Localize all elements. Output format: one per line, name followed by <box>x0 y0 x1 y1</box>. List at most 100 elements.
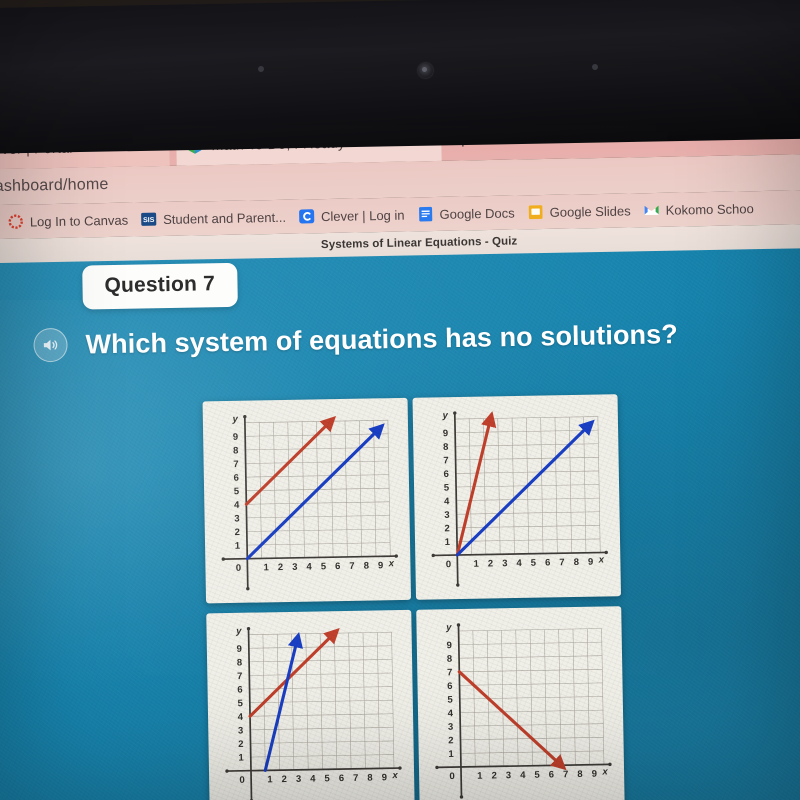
y-tick-label: 5 <box>234 486 240 497</box>
answer-choices-grid: 0123456789123456789xy 012345678912345678… <box>202 394 625 800</box>
google-docs-icon <box>418 206 433 222</box>
y-tick-label: 6 <box>237 685 242 696</box>
x-tick-label: 6 <box>549 769 554 780</box>
x-tick-label: 4 <box>516 558 522 569</box>
bookmark-label: Google Docs <box>439 205 515 222</box>
answer-choice-d[interactable]: 0123456789123456789xy <box>416 606 625 800</box>
x-tick-label: 3 <box>292 562 297 573</box>
y-tick-label: 7 <box>237 671 242 682</box>
address-bar-input[interactable]: dent/dashboard/home <box>0 176 109 197</box>
y-tick-label: 4 <box>448 708 454 719</box>
question-number-text: Question 7 <box>104 272 216 298</box>
bookmark-log-in-to-canvas[interactable]: Log In to Canvas <box>8 212 129 230</box>
red-line <box>248 627 340 718</box>
x-tick-label: 4 <box>306 562 312 573</box>
choice-b-plot: 0 1 2 3 4 5 6 7 8 9123456789xy <box>431 410 608 587</box>
x-tick-label: 0 <box>449 771 454 782</box>
x-tick-label: 5 <box>531 558 537 569</box>
y-tick-label: 4 <box>444 496 450 507</box>
bookmark-student-and-parent[interactable]: SIS Student and Parent... <box>141 209 286 228</box>
y-tick-label: 6 <box>447 681 452 692</box>
x-tick-label: 2 <box>491 770 496 781</box>
sis-icon: SIS <box>141 212 157 226</box>
blue-line <box>263 632 303 772</box>
answer-choice-b[interactable]: 0123456789123456789xy <box>412 394 622 600</box>
x-tick-label: 4 <box>310 774 316 785</box>
y-axis-label: y <box>441 410 448 421</box>
y-tick-label: 9 <box>446 640 451 651</box>
x-tick-label: 5 <box>534 770 540 781</box>
y-tick-label: 8 <box>443 442 448 453</box>
x-tick-label: 9 <box>378 560 383 571</box>
y-axis-label: y <box>235 626 242 637</box>
x-tick-label: 2 <box>488 558 493 569</box>
answer-choice-c[interactable]: 0123456789123456789xy <box>206 609 415 800</box>
bookmark-kokomo-schools[interactable]: Kokomo Schoo <box>643 200 754 218</box>
x-tick-label: 5 <box>324 773 330 784</box>
webcam-lens-icon <box>422 67 427 72</box>
y-tick-label: 9 <box>236 644 241 655</box>
choice-c-plot: 0 1 2 3 4 5 6 7 8 9123456789xy <box>225 626 402 800</box>
bookmark-google-slides[interactable]: Google Slides <box>528 202 631 220</box>
x-tick-label: 8 <box>574 557 579 568</box>
x-axis-label: x <box>391 770 398 781</box>
svg-text:SIS: SIS <box>143 217 155 224</box>
y-tick-label: 5 <box>444 483 450 494</box>
x-tick-label: 3 <box>296 774 301 785</box>
y-tick-label: 5 <box>237 698 243 709</box>
laptop-bezel <box>0 0 800 154</box>
x-tick-label: 2 <box>282 774 287 785</box>
speaker-icon[interactable] <box>33 327 68 363</box>
choice-a-plot: 0 1 2 3 4 5 6 7 8 9123456789xy <box>221 414 398 591</box>
x-tick-label: 3 <box>506 770 511 781</box>
quiz-title: Systems of Linear Equations - Quiz <box>320 235 518 252</box>
bookmark-label: Kokomo Schoo <box>665 200 754 218</box>
x-tick-label: 8 <box>367 773 372 784</box>
x-tick-label: 9 <box>592 769 597 780</box>
y-tick-label: 2 <box>238 739 243 750</box>
x-tick-label: 6 <box>545 557 550 568</box>
y-tick-label: 1 <box>448 749 454 760</box>
x-axis-label: x <box>598 554 605 565</box>
y-tick-label: 3 <box>234 513 239 524</box>
y-tick-label: 3 <box>448 722 453 733</box>
x-tick-label: 7 <box>563 769 568 780</box>
x-axis <box>226 767 400 772</box>
x-tick-label: 3 <box>502 558 507 569</box>
bookmark-label: Log In to Canvas <box>29 212 129 229</box>
question-row: Which system of equations has no solutio… <box>33 317 678 363</box>
x-tick-label: 6 <box>335 561 340 572</box>
y-tick-label: 5 <box>447 695 453 706</box>
answer-choice-a[interactable]: 0123456789123456789xy <box>202 397 412 604</box>
y-axis-label: y <box>445 622 452 633</box>
bookmark-label: Google Slides <box>549 202 631 220</box>
x-tick-label: 7 <box>349 561 354 572</box>
y-axis <box>457 624 463 797</box>
y-tick-label: 3 <box>238 725 243 736</box>
y-axis-label: y <box>231 414 238 425</box>
y-tick-label: 8 <box>447 654 452 665</box>
x-tick-label: 4 <box>520 770 526 781</box>
x-tick-label: 9 <box>588 557 593 568</box>
ambient-sensor-icon <box>258 66 264 72</box>
choice-d-plot: 0 1 2 3 4 5 6 7 8 9123456789xy <box>435 622 612 799</box>
x-tick-label: 0 <box>236 563 241 574</box>
y-tick-label: 2 <box>444 523 449 534</box>
bookmark-google-docs[interactable]: Google Docs <box>417 205 515 223</box>
x-tick-label: 0 <box>239 775 244 786</box>
bookmark-label: Student and Parent... <box>162 209 287 227</box>
status-led-icon <box>592 64 598 70</box>
question-number-badge: Question 7 <box>82 262 238 310</box>
x-tick-label: 1 <box>267 774 273 785</box>
x-axis-label: x <box>388 558 395 569</box>
x-tick-label: 9 <box>382 772 387 783</box>
y-tick-label: 7 <box>443 455 448 466</box>
y-tick-label: 6 <box>443 469 448 480</box>
bookmark-clever-log-in[interactable]: Clever | Log in <box>299 207 405 225</box>
y-tick-label: 4 <box>234 500 240 511</box>
y-tick-label: 4 <box>238 712 244 723</box>
y-tick-label: 9 <box>443 428 448 439</box>
y-axis <box>453 413 459 586</box>
bookmark-label: Clever | Log in <box>320 207 405 224</box>
clever-icon <box>299 209 315 224</box>
